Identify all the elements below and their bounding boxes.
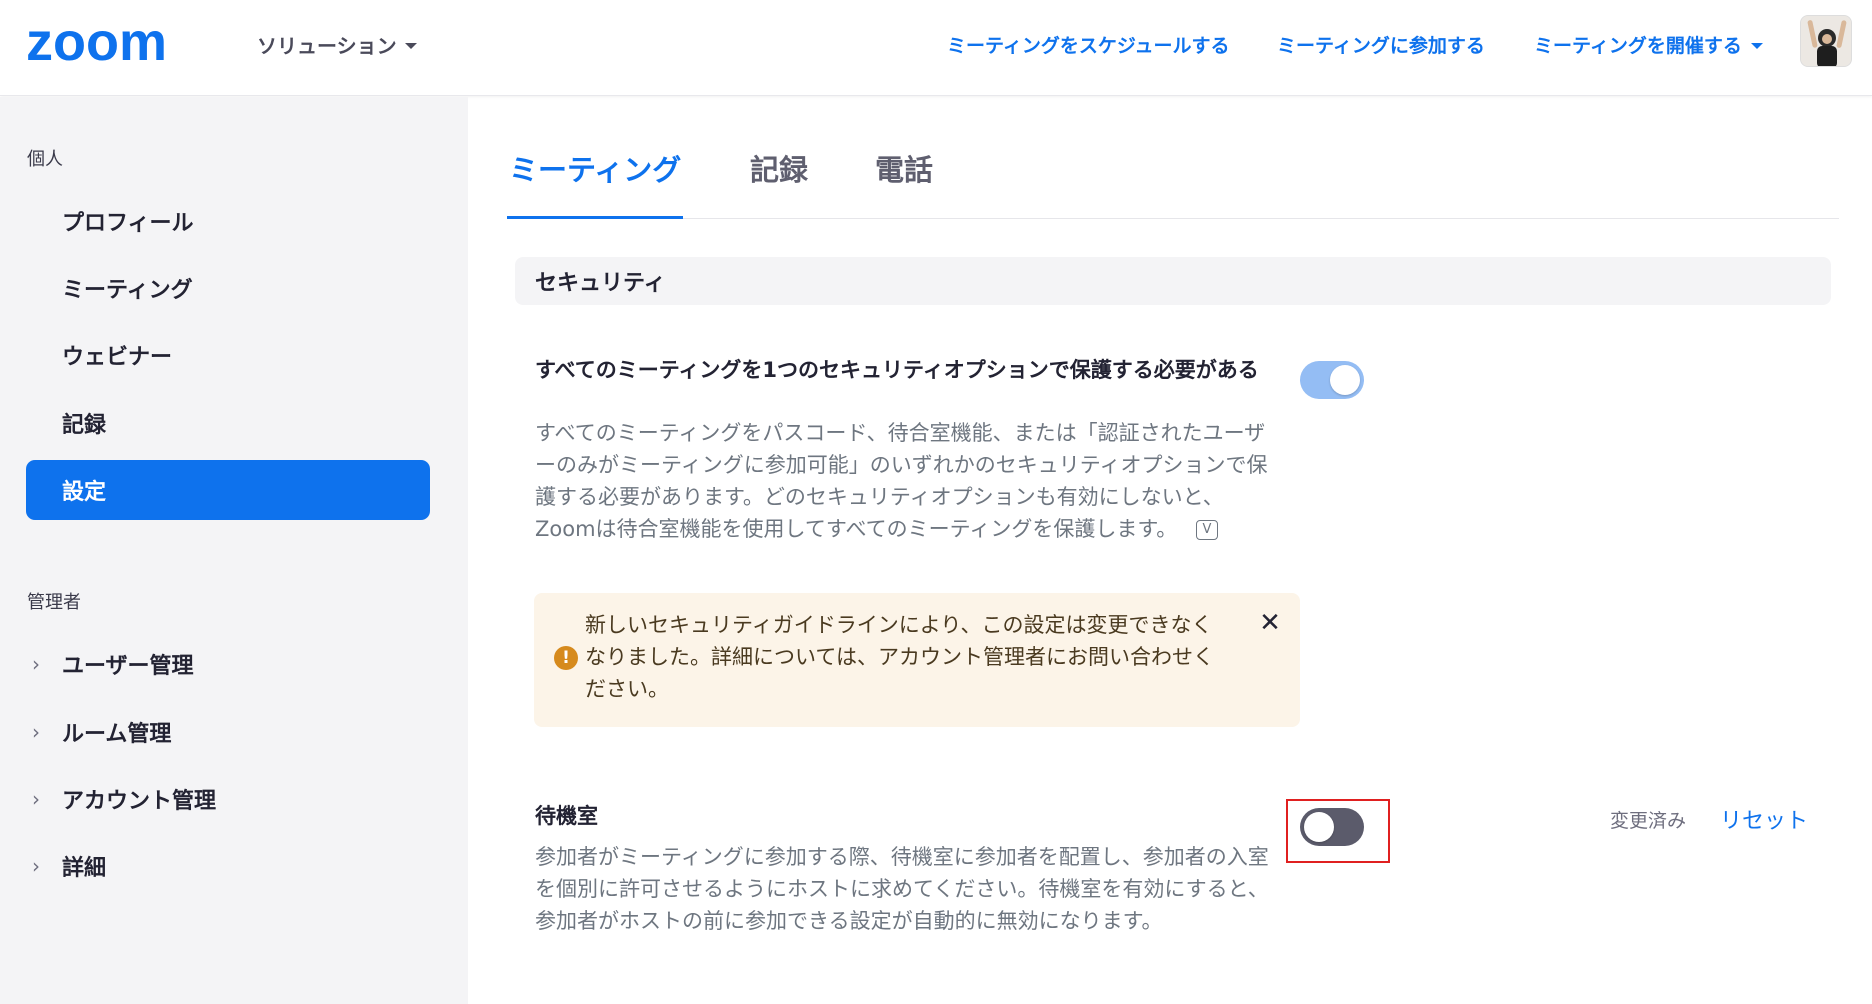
zoom-logo[interactable]: zoom	[26, 20, 206, 70]
chevron-down-icon	[1750, 43, 1763, 49]
chevron-right-icon: ›	[32, 787, 40, 811]
host-meeting-menu[interactable]: ミーティングを開催する	[1534, 31, 1763, 58]
admin-heading: 管理者	[27, 592, 81, 613]
tab-recording[interactable]: 記録	[750, 147, 808, 189]
sidebar-item-meetings[interactable]: ミーティング	[26, 258, 430, 318]
sidebar-item-profile[interactable]: プロフィール	[26, 191, 430, 251]
warning-icon: !	[554, 646, 578, 670]
reset-link[interactable]: リセット	[1720, 803, 1808, 835]
active-tab-indicator	[507, 216, 683, 219]
chevron-down-icon	[404, 43, 417, 49]
chevron-right-icon: ›	[32, 854, 40, 878]
settings-tabs: ミーティング 記録 電話	[507, 125, 1839, 219]
sidebar-item-label: ルーム管理	[62, 722, 172, 747]
host-meeting-label: ミーティングを開催する	[1534, 35, 1742, 57]
sidebar-item-label: ユーザー管理	[62, 654, 194, 679]
sidebar-item-label: アカウント管理	[62, 789, 217, 814]
sidebar-item-label: 設定	[62, 480, 107, 505]
changed-label: 変更済み	[1610, 810, 1687, 832]
personal-heading: 個人	[27, 149, 63, 170]
require-security-toggle[interactable]	[1300, 361, 1364, 399]
waiting-room-description: 参加者がミーティングに参加する際、待機室に参加者を配置し、参加者の入室を個別に許…	[535, 845, 1269, 933]
zoom-logo-text: zoom	[26, 20, 167, 68]
waiting-room-title: 待機室	[535, 804, 598, 828]
tab-label: 電話	[875, 153, 934, 187]
schedule-meeting-label: ミーティングをスケジュールする	[947, 35, 1230, 57]
solutions-label: ソリューション	[257, 34, 397, 58]
top-header: zoom ソリューション ミーティングをスケジュールする ミーティングに参加する…	[0, 0, 1872, 96]
sidebar-item-recordings[interactable]: 記録	[26, 393, 430, 453]
sidebar-item-account-management[interactable]: › アカウント管理	[26, 769, 430, 829]
section-title: セキュリティ	[535, 271, 666, 296]
solutions-menu[interactable]: ソリューション	[257, 30, 417, 59]
sidebar-item-label: ウェビナー	[62, 345, 173, 370]
tab-phone[interactable]: 電話	[875, 147, 933, 189]
avatar[interactable]	[1800, 15, 1852, 67]
sidebar: 個人 プロフィール ミーティング ウェビナー 記録 設定 管理者 › ユーザー管…	[0, 97, 468, 1004]
require-security-description: すべてのミーティングをパスコード、待合室機能、または「認証されたユーザーのみがミ…	[535, 417, 1275, 545]
schedule-meeting-link[interactable]: ミーティングをスケジュールする	[947, 31, 1230, 58]
chevron-right-icon: ›	[32, 652, 40, 676]
require-security-description-text: すべてのミーティングをパスコード、待合室機能、または「認証されたユーザーのみがミ…	[535, 421, 1268, 541]
highlight-box	[1286, 799, 1390, 863]
section-header-security: セキュリティ	[515, 257, 1831, 305]
toggle-knob	[1330, 365, 1360, 395]
alert-message: 新しいセキュリティガイドラインにより、この設定は変更できなくなりました。詳細につ…	[585, 613, 1214, 701]
tab-label: 記録	[750, 153, 809, 187]
sidebar-item-label: プロフィール	[62, 211, 194, 236]
sidebar-item-label: ミーティング	[62, 278, 193, 303]
require-security-title: すべてのミーティングを1つのセキュリティオプションで保護する必要がある	[535, 358, 1259, 382]
video-icon[interactable]: V	[1195, 520, 1218, 540]
sidebar-item-settings[interactable]: 設定	[26, 460, 430, 520]
sidebar-item-room-management[interactable]: › ルーム管理	[26, 702, 430, 762]
sidebar-item-webinars[interactable]: ウェビナー	[26, 325, 430, 385]
sidebar-item-label: 記録	[62, 413, 107, 438]
sidebar-item-user-management[interactable]: › ユーザー管理	[26, 634, 430, 694]
join-meeting-link[interactable]: ミーティングに参加する	[1277, 31, 1485, 58]
chevron-right-icon: ›	[32, 720, 40, 744]
tab-meeting[interactable]: ミーティング	[509, 147, 681, 189]
join-meeting-label: ミーティングに参加する	[1277, 35, 1485, 57]
sidebar-item-label: 詳細	[62, 856, 107, 881]
tab-label: ミーティング	[509, 153, 682, 187]
sidebar-item-advanced[interactable]: › 詳細	[26, 836, 430, 896]
close-icon[interactable]: ✕	[1256, 609, 1284, 637]
security-alert: ! 新しいセキュリティガイドラインにより、この設定は変更できなくなりました。詳細…	[534, 593, 1300, 727]
